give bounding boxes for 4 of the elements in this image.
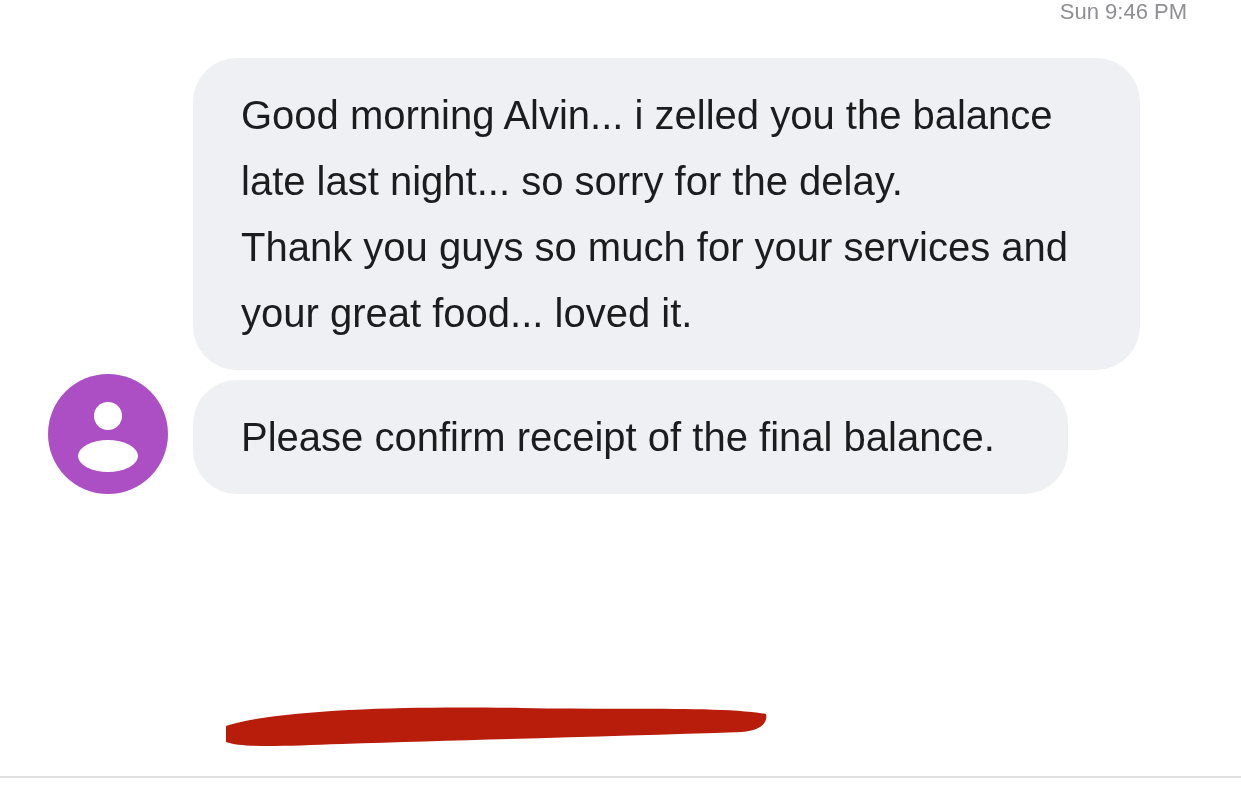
avatar-icon xyxy=(48,374,168,494)
message-bubble: Good morning Alvin... i zelled you the balance late last night... so sorry for the delay. Thank you guys so much for your services and your great food... loved it. xyxy=(193,58,1140,370)
message-bubble: Please confirm receipt of the final balance. xyxy=(193,380,1068,494)
timestamp: Sun 9:46 PM xyxy=(1059,0,1187,24)
